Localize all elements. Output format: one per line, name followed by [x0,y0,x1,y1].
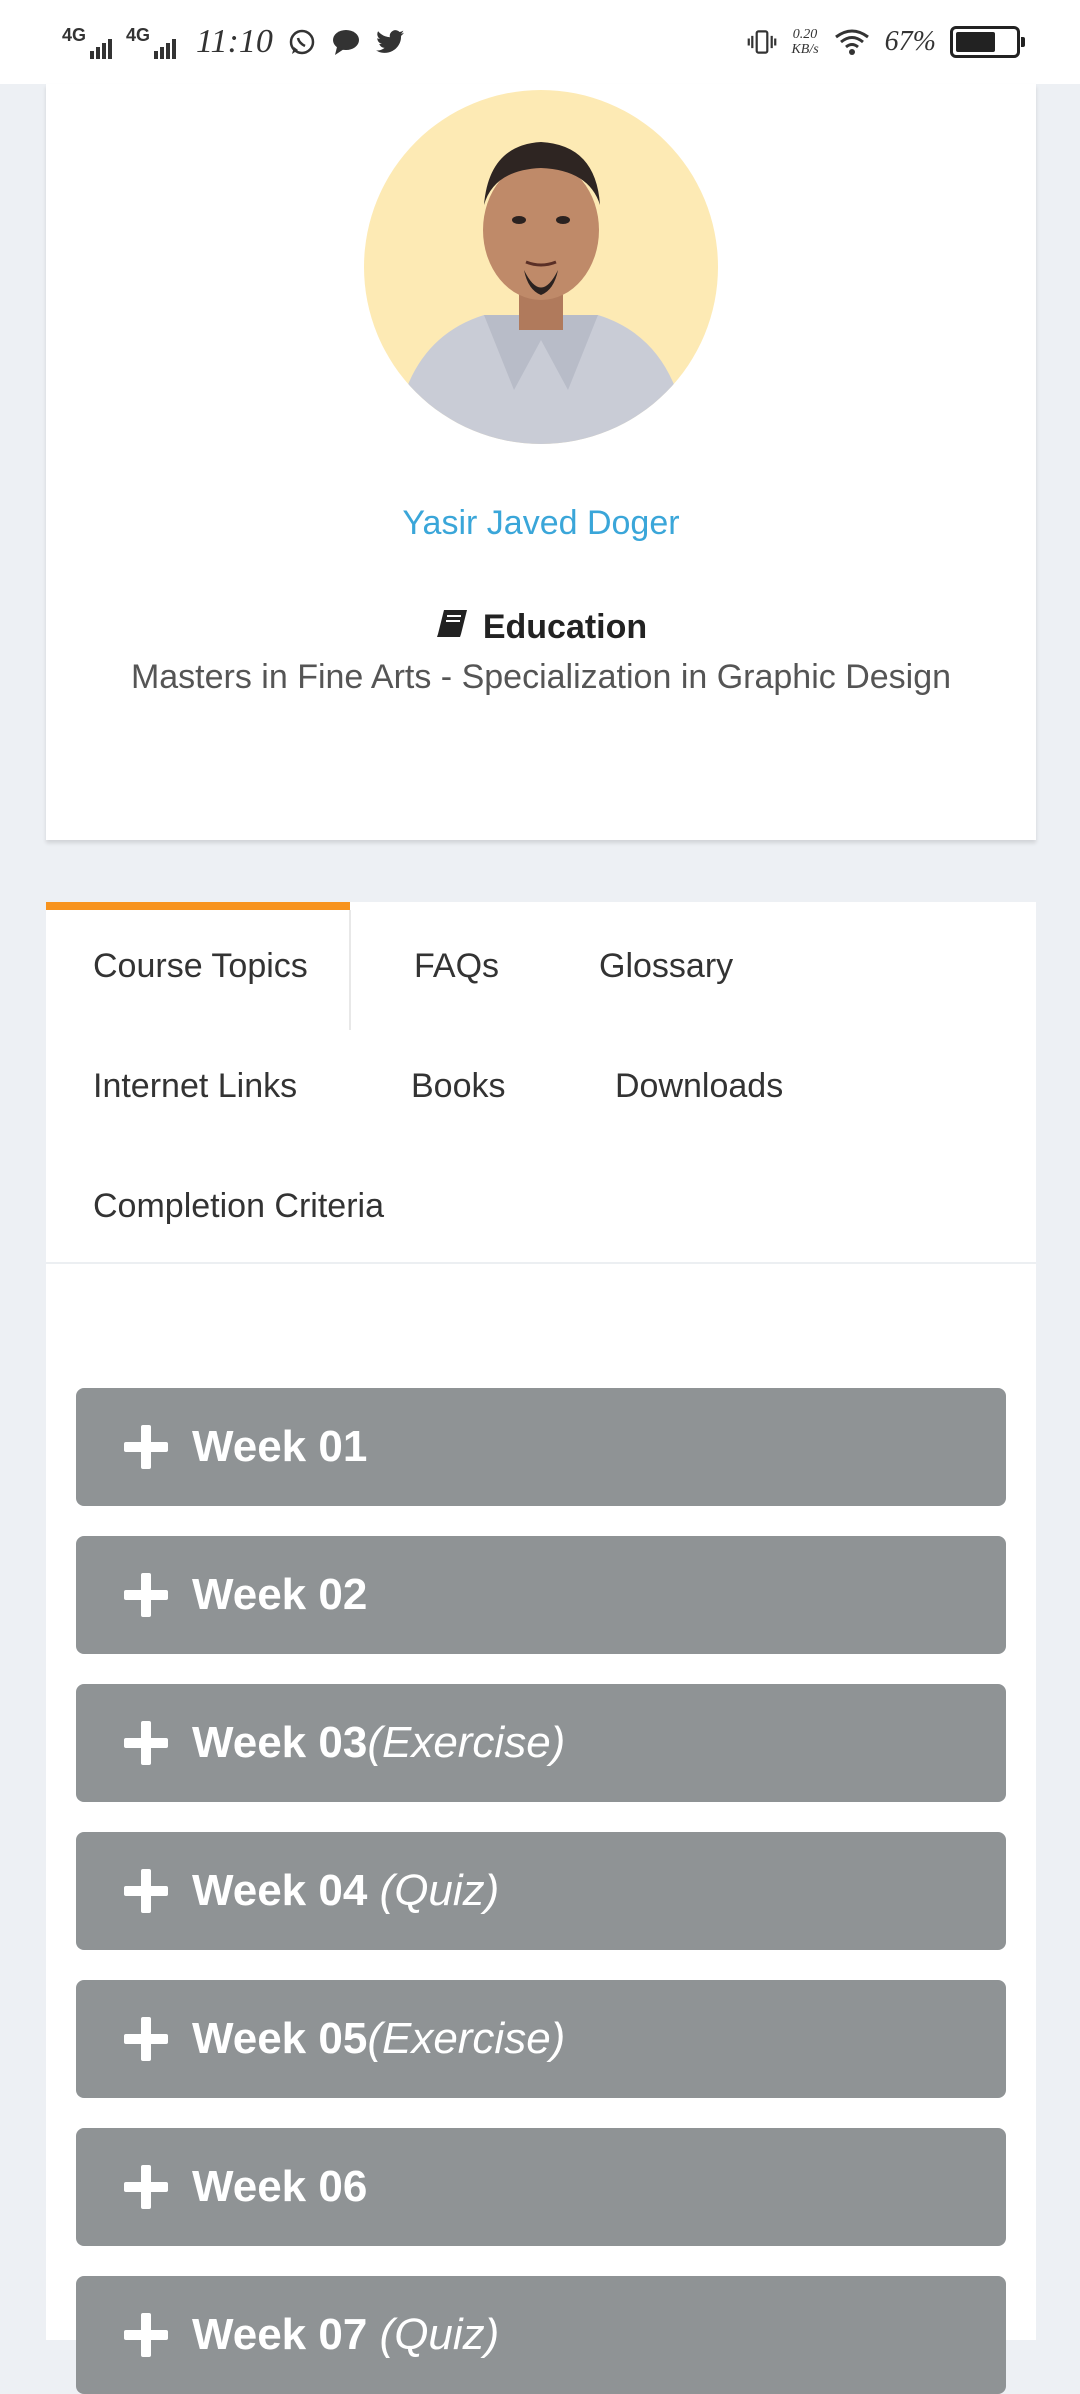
twitter-icon [375,27,405,57]
plus-icon [124,2313,168,2357]
book-icon [435,608,469,647]
status-bar: 4G 4G 11:10 0.20 KB/s 67% [0,0,1080,84]
week-accordion-07[interactable]: Week 07 (Quiz) [76,2276,1006,2394]
week-title: Week 07 [192,2310,380,2359]
plus-icon [124,1573,168,1617]
week-accordion-01[interactable]: Week 01 [76,1388,1006,1506]
week-accordion-06[interactable]: Week 06 [76,2128,1006,2246]
tab-divider [349,910,351,1030]
week-title: Week 02 [192,1570,368,1619]
battery-fill [956,32,995,52]
tab-downloads[interactable]: Downloads [615,1067,783,1106]
week-title: Week 05 [192,2014,368,2063]
week-accordion-05[interactable]: Week 05 (Exercise) [76,1980,1006,2098]
week-accordion-03[interactable]: Week 03 (Exercise) [76,1684,1006,1802]
week-title: Week 03 [192,1718,368,1767]
tab-course-topics[interactable]: Course Topics [93,947,308,986]
network-label-1: 4G [62,25,87,45]
education-text: Masters in Fine Arts - Specialization in… [130,658,952,696]
plus-icon [124,2165,168,2209]
status-bar-right: 0.20 KB/s 67% [747,26,1025,58]
wifi-icon [833,27,871,57]
course-tabs-card: Course Topics FAQs Glossary Internet Lin… [46,902,1036,2394]
plus-icon [124,1721,168,1765]
network-speed: 0.20 KB/s [791,27,818,57]
clock: 11:10 [196,23,273,60]
tabs-divider [46,1262,1036,1264]
signal-icon-2: 4G [126,25,177,59]
week-title: Week 01 [192,1422,368,1471]
speed-value: 0.20 [792,27,818,42]
avatar [364,90,718,444]
tab-glossary[interactable]: Glossary [599,947,733,986]
battery-percent: 67% [884,26,936,57]
network-label-2: 4G [126,25,151,45]
speed-unit: KB/s [791,42,819,57]
week-subtitle: (Exercise) [367,2014,566,2063]
tab-books[interactable]: Books [411,1067,506,1106]
instructor-card: Yasir Javed Doger Education Masters in F… [46,84,1036,840]
week-title: Week 06 [192,2162,368,2211]
active-tab-indicator [46,902,350,910]
tab-faqs[interactable]: FAQs [414,947,499,986]
tab-completion-criteria[interactable]: Completion Criteria [93,1187,384,1226]
plus-icon [124,2017,168,2061]
week-accordion-02[interactable]: Week 02 [76,1536,1006,1654]
education-heading: Education [46,608,1036,647]
whatsapp-icon [287,27,317,57]
week-subtitle: (Quiz) [379,1866,500,1915]
tab-internet-links[interactable]: Internet Links [93,1067,297,1106]
status-bar-left: 4G 4G 11:10 [62,23,405,61]
signal-icon-1: 4G [62,25,113,59]
instructor-name[interactable]: Yasir Javed Doger [46,504,1036,543]
week-subtitle: (Quiz) [379,2310,500,2359]
message-icon [331,27,361,57]
vibrate-icon [747,27,777,57]
plus-icon [124,1869,168,1913]
week-accordion-04[interactable]: Week 04 (Quiz) [76,1832,1006,1950]
battery-icon [950,26,1025,58]
week-title: Week 04 [192,1866,380,1915]
week-subtitle: (Exercise) [367,1718,566,1767]
plus-icon [124,1425,168,1469]
education-label: Education [482,608,648,646]
